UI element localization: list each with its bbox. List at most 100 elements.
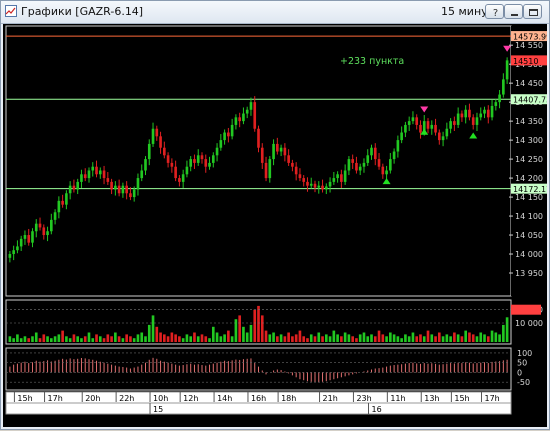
candle-body xyxy=(324,186,328,190)
sell-marker xyxy=(420,106,429,113)
volume-bar xyxy=(238,315,241,342)
help-button[interactable]: ? xyxy=(485,4,504,19)
candle-body xyxy=(279,147,283,152)
volume-bar xyxy=(268,334,272,342)
svg-text:?: ? xyxy=(493,8,498,19)
volume-bar xyxy=(80,338,83,342)
volume-bar xyxy=(72,334,76,342)
last-price-label: 14510 xyxy=(513,57,538,66)
minimize-button[interactable] xyxy=(504,4,523,19)
volume-bar xyxy=(370,334,373,342)
volume-bar xyxy=(309,334,313,342)
oscillator-tick-label: 0 xyxy=(517,368,522,377)
time-tick-label: 23h xyxy=(356,394,371,403)
volume-bar xyxy=(114,332,117,342)
candle-body xyxy=(242,113,245,122)
candle-body xyxy=(389,159,392,171)
volume-bar xyxy=(219,336,223,342)
candle-body xyxy=(494,102,498,106)
time-tick-label: 20h xyxy=(85,394,100,403)
candle-body xyxy=(321,185,324,190)
volume-bar xyxy=(98,336,102,342)
volume-bar xyxy=(178,336,181,342)
candle-body xyxy=(178,178,181,182)
volume-bar xyxy=(302,336,306,342)
volume-bar xyxy=(121,338,125,342)
candle-body xyxy=(355,162,358,171)
volume-bar xyxy=(19,338,23,342)
volume-bar xyxy=(163,334,166,342)
oscillator-histogram xyxy=(9,357,508,383)
volume-bar xyxy=(332,330,336,342)
candle-body xyxy=(16,246,19,251)
candle-body xyxy=(117,185,121,194)
candle-body xyxy=(505,60,509,80)
maximize-button[interactable] xyxy=(523,4,542,19)
oscillator-tick-label: 100 xyxy=(517,349,532,358)
volume-bar xyxy=(430,334,434,342)
candle-body xyxy=(110,181,113,190)
minimize-icon xyxy=(511,14,518,16)
volume-bar xyxy=(242,326,245,342)
volume-bar xyxy=(147,324,151,342)
volume-bar xyxy=(366,336,370,342)
volume-bar xyxy=(181,338,185,342)
candle-body xyxy=(132,189,136,198)
volume-bar xyxy=(483,334,486,342)
volume-bar xyxy=(328,336,332,342)
price-chart-canvas[interactable]: 14 55014 50014 45014 40014 35014 30014 2… xyxy=(3,24,550,427)
volume-bar xyxy=(343,332,347,342)
volume-bar xyxy=(230,336,234,342)
candle-body xyxy=(366,155,370,163)
volume-bar xyxy=(234,319,238,342)
volume-bar xyxy=(68,338,72,342)
candle-body xyxy=(411,117,415,122)
volume-bar xyxy=(291,336,294,342)
candle-body xyxy=(102,170,106,179)
title-bar[interactable]: Графики [GAZR-6.14] 15 минут ? xyxy=(1,1,549,24)
volume-bar xyxy=(42,334,46,342)
volume-bar xyxy=(415,336,419,342)
time-tick-label: 17h xyxy=(485,394,500,403)
candle-body xyxy=(260,147,264,163)
volume-bar xyxy=(83,336,87,342)
volume-bar xyxy=(340,336,343,342)
candle-body xyxy=(490,105,494,118)
candle-body xyxy=(223,132,226,141)
candle-body xyxy=(163,147,166,156)
candle-body xyxy=(144,159,147,171)
volume-bar xyxy=(490,330,494,342)
volume-bar xyxy=(351,336,354,342)
candle-body xyxy=(426,121,430,129)
candle-body xyxy=(234,117,238,125)
candle-body xyxy=(61,200,64,205)
candle-body xyxy=(200,155,204,160)
candle-body xyxy=(155,128,159,137)
volume-bar xyxy=(283,336,287,342)
time-tick-label: 14h xyxy=(217,394,232,403)
volume-bar xyxy=(298,330,302,342)
time-tick-label: 21h xyxy=(323,394,338,403)
price-tick-label: 14 350 xyxy=(515,117,543,126)
level-label: 14172.17 xyxy=(513,185,547,194)
volume-bar xyxy=(61,330,64,342)
candle-body xyxy=(193,159,196,163)
candle-body xyxy=(434,124,437,133)
volume-bar xyxy=(260,315,264,342)
candle-body xyxy=(419,124,422,133)
volume-bars xyxy=(8,305,509,342)
volume-bar xyxy=(253,309,257,342)
chart-area[interactable]: 14 55014 50014 45014 40014 35014 30014 2… xyxy=(3,24,550,427)
volume-bar xyxy=(65,336,68,342)
candle-body xyxy=(483,109,486,114)
candle-body xyxy=(358,166,362,171)
candle-body xyxy=(98,170,102,175)
volume-bar xyxy=(407,336,411,342)
volume-bar xyxy=(437,332,441,342)
price-tick-label: 14 250 xyxy=(515,155,543,164)
volume-bar xyxy=(324,334,328,342)
candle-body xyxy=(76,181,80,190)
candle-body xyxy=(80,174,83,182)
volume-bar xyxy=(317,332,321,342)
time-tick-label: 17h xyxy=(48,394,63,403)
